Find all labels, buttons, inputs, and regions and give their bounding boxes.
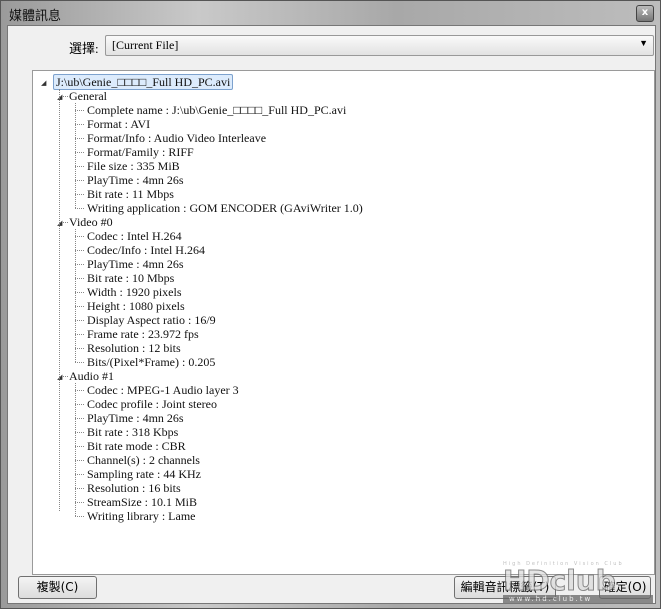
tree-connector xyxy=(75,194,84,195)
close-button[interactable]: x xyxy=(636,5,654,22)
tree-connector xyxy=(75,306,84,307)
tree-connector xyxy=(75,278,84,279)
tree-leaf-item[interactable]: Resolution : 12 bits xyxy=(87,341,181,355)
copy-button[interactable]: 複製(C) xyxy=(18,576,97,599)
tree-connector xyxy=(75,320,84,321)
select-value: [Current File] xyxy=(112,38,179,52)
chevron-down-icon: ▼ xyxy=(639,38,648,48)
tree-connector xyxy=(75,418,84,419)
tree-leaf-item[interactable]: Display Aspect ratio : 16/9 xyxy=(87,313,216,327)
tree-connector xyxy=(75,103,76,208)
tree-connector xyxy=(75,250,84,251)
tree-leaf-item[interactable]: PlayTime : 4mn 26s xyxy=(87,411,184,425)
tree-connector xyxy=(75,334,84,335)
tree-connector xyxy=(75,229,76,362)
tree-connector xyxy=(75,292,84,293)
tree-connector xyxy=(75,264,84,265)
tree-connector xyxy=(75,152,84,153)
tree-connector xyxy=(75,208,84,209)
tree-connector xyxy=(75,166,84,167)
media-info-tree[interactable]: ◢ J:\ub\Genie_□□□□_Full HD_PC.avi ◢ General… xyxy=(32,70,655,575)
tree-leaf-item[interactable]: PlayTime : 4mn 26s xyxy=(87,257,184,271)
dialog-body: 選擇: [Current File] ▼ ◢ J:\ub\Genie_□□□□_F… xyxy=(7,25,656,604)
tree-section-audio-1[interactable]: ◢ Audio #1 xyxy=(57,369,114,383)
tree-connector xyxy=(75,474,84,475)
tree-leaf-item[interactable]: Codec profile : Joint stereo xyxy=(87,397,217,411)
tree-section-general[interactable]: ◢ General xyxy=(57,89,107,103)
tree-section-label: General xyxy=(69,89,107,103)
tree-connector xyxy=(75,383,76,516)
tree-leaf-item[interactable]: Codec : Intel H.264 xyxy=(87,229,182,243)
tree-leaf-item[interactable]: Bits/(Pixel*Frame) : 0.205 xyxy=(87,355,215,369)
tree-root-node[interactable]: ◢ J:\ub\Genie_□□□□_Full HD_PC.avi xyxy=(41,74,234,90)
tree-connector xyxy=(75,362,84,363)
tree-leaf-item[interactable]: PlayTime : 4mn 26s xyxy=(87,173,184,187)
tree-leaf-item[interactable]: Format : AVI xyxy=(87,117,150,131)
tree-leaf-item[interactable]: Codec : MPEG-1 Audio layer 3 xyxy=(87,383,239,397)
window-title: 媒體訊息 xyxy=(9,9,62,24)
tree-connector xyxy=(75,180,84,181)
tree-leaf-item[interactable]: Width : 1920 pixels xyxy=(87,285,182,299)
tree-leaf-item[interactable]: Writing application : GOM ENCODER (GAviW… xyxy=(87,201,363,215)
tree-leaf-item[interactable]: Resolution : 16 bits xyxy=(87,481,181,495)
tree-connector xyxy=(75,432,84,433)
tree-connector xyxy=(75,390,84,391)
tree-connector xyxy=(75,404,84,405)
tree-connector xyxy=(75,516,84,517)
tree-leaf-item[interactable]: Sampling rate : 44 KHz xyxy=(87,467,201,481)
tree-leaf-item[interactable]: Complete name : J:\ub\Genie_□□□□_Full HD… xyxy=(87,103,346,117)
tree-leaf-item[interactable]: Writing library : Lame xyxy=(87,509,195,523)
tree-connector xyxy=(75,460,84,461)
expand-arrow-icon[interactable]: ◢ xyxy=(41,76,46,90)
title-bar: 媒體訊息 x xyxy=(1,1,660,25)
tree-connector xyxy=(75,138,84,139)
tree-leaf-item[interactable]: Frame rate : 23.972 fps xyxy=(87,327,199,341)
tree-leaf-item[interactable]: Codec/Info : Intel H.264 xyxy=(87,243,205,257)
hdclub-watermark-logo: High Definition Vision Club HDclub www.h… xyxy=(503,561,653,606)
tree-connector xyxy=(75,502,84,503)
file-select-dropdown[interactable]: [Current File] ▼ xyxy=(105,35,654,56)
tree-leaf-item[interactable]: StreamSize : 10.1 MiB xyxy=(87,495,197,509)
tree-section-label: Video #0 xyxy=(69,215,113,229)
tree-section-video-0[interactable]: ◢ Video #0 xyxy=(57,215,113,229)
tree-leaf-item[interactable]: Format/Family : RIFF xyxy=(87,145,194,159)
tree-leaf-item[interactable]: Bit rate : 10 Mbps xyxy=(87,271,174,285)
tree-leaf-item[interactable]: Bit rate mode : CBR xyxy=(87,439,186,453)
media-info-dialog: 媒體訊息 x 選擇: [Current File] ▼ ◢ J:\ub\Genie… xyxy=(0,0,661,609)
tree-connector xyxy=(75,110,84,111)
tree-leaf-item[interactable]: Bit rate : 11 Mbps xyxy=(87,187,174,201)
tree-connector xyxy=(75,348,84,349)
select-label: 選擇: xyxy=(69,41,99,56)
tree-leaf-item[interactable]: Format/Info : Audio Video Interleave xyxy=(87,131,266,145)
tree-leaf-item[interactable]: Bit rate : 318 Kbps xyxy=(87,425,178,439)
tree-connector xyxy=(75,488,84,489)
tree-section-label: Audio #1 xyxy=(69,369,114,383)
tree-leaf-item[interactable]: Channel(s) : 2 channels xyxy=(87,453,200,467)
tree-root-label: J:\ub\Genie_□□□□_Full HD_PC.avi xyxy=(53,74,234,90)
tree-connector xyxy=(75,124,84,125)
tree-leaf-item[interactable]: Height : 1080 pixels xyxy=(87,299,185,313)
tree-connector xyxy=(59,89,60,511)
tree-connector xyxy=(75,446,84,447)
tree-connector xyxy=(75,236,84,237)
tree-leaf-item[interactable]: File size : 335 MiB xyxy=(87,159,180,173)
